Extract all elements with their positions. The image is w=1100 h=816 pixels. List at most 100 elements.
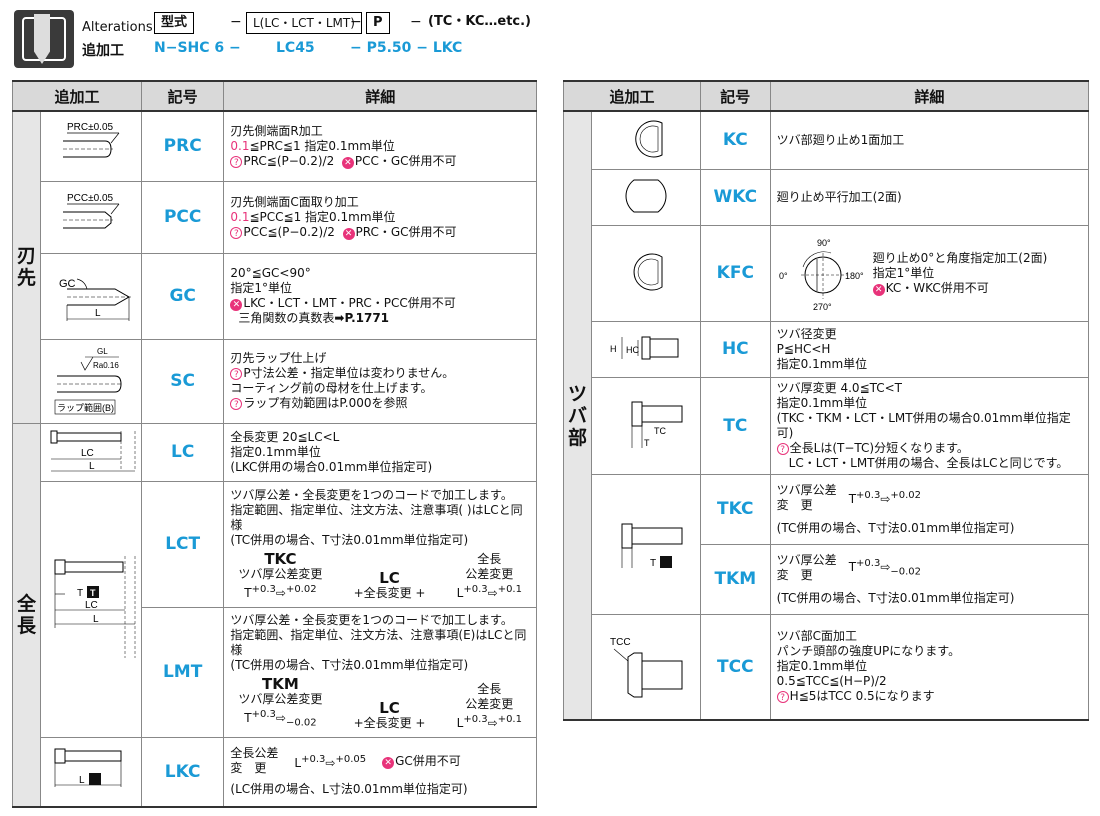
code-tc: TC — [699, 376, 771, 475]
detail-kc: ツバ部廻り止め1面加工 — [769, 110, 1090, 170]
figure-sc: GL Ra0.16 ラップ範囲(B) — [39, 338, 142, 424]
code-sc: SC — [140, 338, 225, 424]
page-ref-icon: ➡ — [334, 311, 345, 325]
svg-text:LC: LC — [81, 448, 94, 459]
svg-text:L: L — [95, 308, 101, 319]
code-part-type: 型式 — [154, 12, 195, 34]
note-icon: ? — [230, 398, 243, 410]
svg-text:Ra0.16: Ra0.16 — [93, 361, 119, 370]
group-label-blade: 刃先 — [12, 110, 41, 424]
figure-kfc — [590, 224, 701, 322]
figure-tcc: TCC — [590, 613, 701, 721]
detail-lmt: ツバ厚公差・全長変更を1つのコードで加工します。 指定範囲、指定単位、注文方法、… — [223, 606, 537, 738]
svg-text:L: L — [89, 461, 95, 472]
note-icon: ? — [230, 155, 243, 168]
detail-tkm: ツバ厚公差変 更 T+0.3⇨−0.02 (TC併用の場合、T寸法0.01mm単… — [769, 543, 1090, 615]
svg-text:TCC: TCC — [610, 637, 631, 648]
code-prc: PRC — [140, 110, 225, 182]
figure-lct-lmt: T T LC L — [39, 480, 142, 738]
detail-pcc: 刃先側端面C面取り加工 0.1≦PCC≦1 指定0.1mm単位 ? PCC≦(P−… — [223, 180, 537, 254]
svg-text:90°: 90° — [817, 238, 831, 248]
drill-icon — [14, 10, 74, 68]
col-header-alteration: 追加工 — [12, 80, 142, 112]
group-label-collar: ツバ部 — [563, 110, 592, 721]
figure-lc: LC L — [39, 422, 142, 482]
figure-wkc — [590, 168, 701, 226]
col-header-code: 記号 — [699, 80, 771, 112]
note-icon: ? — [230, 226, 243, 239]
svg-text:H: H — [610, 344, 617, 354]
svg-text:LC: LC — [85, 600, 98, 611]
svg-text:ラップ範囲(B): ラップ範囲(B) — [57, 402, 114, 413]
angle-diagram-icon: 90° 0° 180° 270° — [779, 238, 864, 312]
svg-text:0°: 0° — [779, 271, 788, 281]
code-tkc: TKC — [699, 473, 771, 545]
code-pcc: PCC — [140, 180, 225, 254]
code-part-options: (TC・KC…etc.) — [428, 14, 531, 29]
code-kfc: KFC — [699, 224, 771, 322]
note-icon: ? — [776, 691, 789, 704]
detail-wkc: 廻り止め平行加工(2面) — [769, 168, 1090, 226]
example-options: − P5.50 − LKC — [350, 40, 463, 56]
code-lkc: LKC — [140, 736, 225, 808]
svg-text:GC: GC — [59, 278, 76, 290]
detail-tc: ツバ厚変更 4.0≦TC<T 指定0.1mm単位 (TKC・TKM・LCT・LM… — [769, 376, 1090, 475]
code-wkc: WKC — [699, 168, 771, 226]
svg-text:180°: 180° — [845, 271, 864, 281]
prohibited-icon: ✕ — [872, 283, 885, 296]
note-icon: ? — [776, 442, 789, 455]
group-label-length: 全長 — [12, 422, 41, 808]
svg-text:GL: GL — [97, 347, 108, 356]
figure-pcc: PCC±0.05 — [39, 180, 142, 254]
code-dash: − — [410, 14, 422, 30]
detail-gc: 20°≦GC<90° 指定1°単位 ✕ LKC・LCT・LMT・PRC・PCC併用… — [223, 252, 537, 340]
svg-text:T: T — [644, 438, 650, 448]
right-alteration-table: 追加工 記号 詳細 ツバ部 KC ツバ部廻り止め1面加工 WKC 廻り止め平行加… — [563, 80, 1090, 721]
figure-tc: TC T — [590, 376, 701, 475]
code-part-p: P — [366, 12, 390, 34]
detail-hc: ツバ径変更 P≦HC<H 指定0.1mm単位 — [769, 320, 1090, 378]
figure-kc — [590, 110, 701, 170]
figure-hc: H HC — [590, 320, 701, 378]
alterations-title-jp: 追加工 — [82, 43, 124, 59]
svg-text:270°: 270° — [813, 302, 832, 312]
detail-tcc: ツバ部C面加工 パンチ頭部の強度UPになります。 指定0.1mm単位 0.5≦T… — [769, 613, 1090, 721]
svg-text:TC: TC — [654, 426, 666, 436]
svg-text:T: T — [77, 588, 83, 599]
figure-prc: PRC±0.05 — [39, 110, 142, 182]
svg-text:L: L — [79, 775, 85, 786]
prohibited-icon: ✕ — [382, 756, 395, 769]
code-lc: LC — [140, 422, 225, 482]
code-lct: LCT — [140, 480, 225, 608]
detail-lct: ツバ厚公差・全長変更を1つのコードで加工します。 指定範囲、指定単位、注文方法、… — [223, 480, 537, 608]
code-tcc: TCC — [699, 613, 771, 721]
prohibited-icon: ✕ — [341, 156, 354, 169]
prohibited-icon: ✕ — [342, 227, 355, 240]
svg-text:T: T — [650, 558, 656, 569]
alterations-title-en: Alterations — [82, 20, 153, 35]
note-icon: ? — [230, 368, 243, 380]
code-lmt: LMT — [140, 606, 225, 738]
detail-lc: 全長変更 20≦LC<L 指定0.1mm単位 (LKC併用の場合0.01mm単位… — [223, 422, 537, 482]
svg-text:L: L — [93, 614, 99, 625]
fig-label: PRC±0.05 — [67, 122, 114, 133]
figure-tkc-tkm: T — [590, 473, 701, 615]
col-header-code: 記号 — [140, 80, 225, 112]
figure-lkc: L — [39, 736, 142, 808]
svg-text:HC: HC — [626, 345, 639, 355]
code-dash: − — [230, 14, 242, 30]
col-header-alteration: 追加工 — [563, 80, 701, 112]
example-type: N−SHC 6 − — [154, 40, 241, 56]
left-alteration-table: 追加工 記号 詳細 刃先 PRC±0.05 PRC 刃先側端面R加工 0.1≦P… — [12, 80, 537, 808]
code-part-length: L(LC・LCT・LMT) — [246, 12, 362, 34]
example-length: LC45 — [276, 40, 315, 56]
detail-sc: 刃先ラップ仕上げ ? P寸法公差・指定単位は変わりません。 コーティング前の母材を… — [223, 338, 537, 424]
prohibited-icon: ✕ — [230, 299, 243, 311]
svg-text:T: T — [90, 588, 96, 598]
detail-lkc: 全長公差変 更 L+0.3⇨+0.05 ✕ GC併用不可 (LC併用の場合、L寸法… — [223, 736, 537, 808]
code-kc: KC — [699, 110, 771, 170]
detail-kfc: 90° 0° 180° 270° 廻り止め0°と角度指定加工(2面) 指定1°単… — [769, 224, 1090, 322]
code-dash: − — [350, 14, 362, 30]
detail-prc: 刃先側端面R加工 0.1≦PRC≦1 指定0.1mm単位 ? PRC≦(P−0.2… — [223, 110, 537, 182]
figure-gc: GC L — [39, 252, 142, 340]
